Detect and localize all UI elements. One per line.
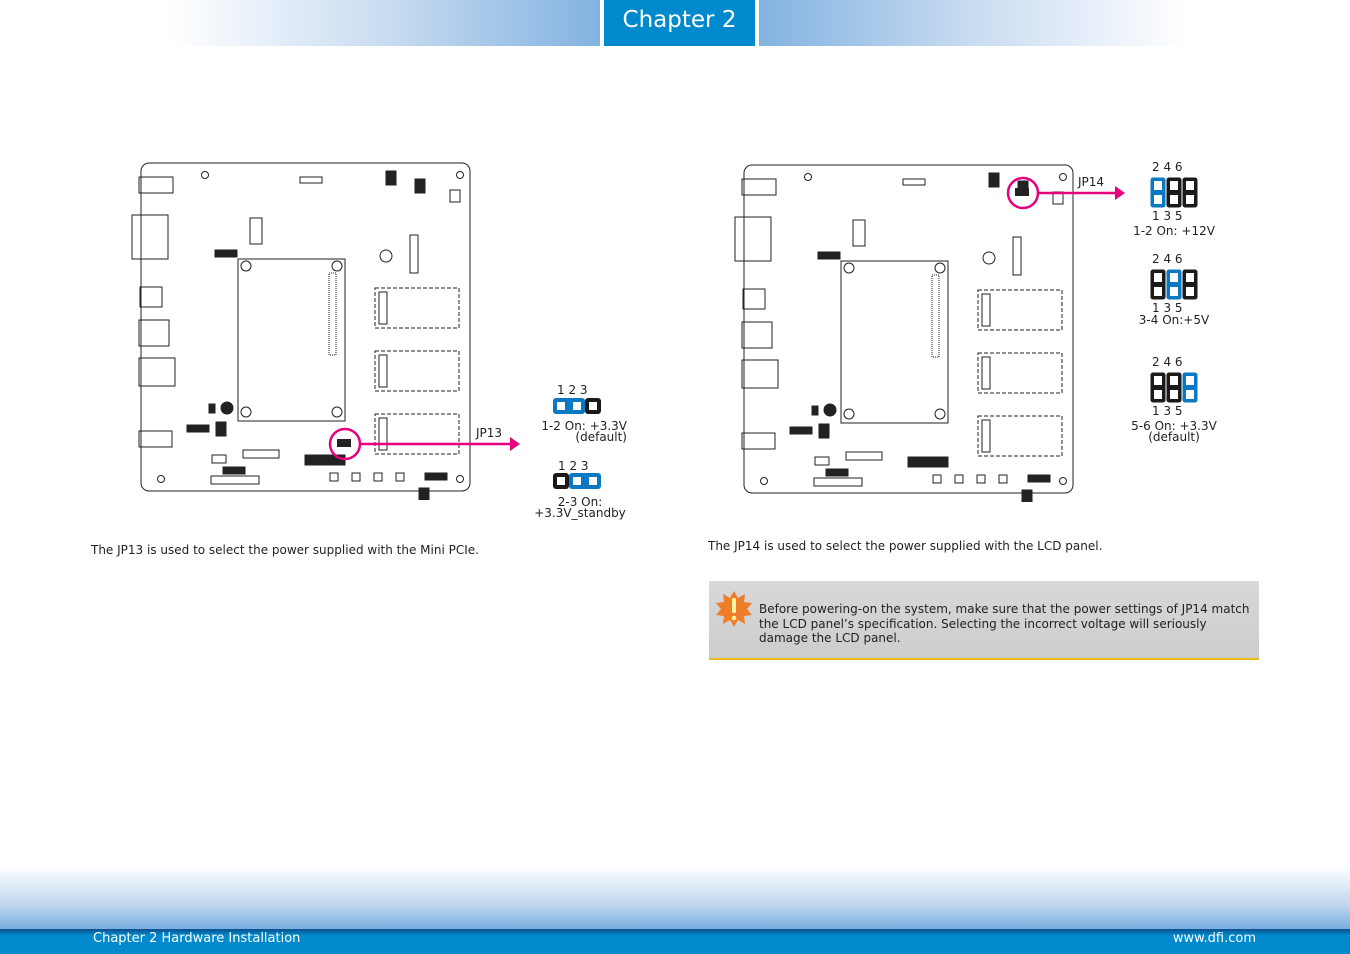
jp14-label: JP14	[1078, 175, 1105, 189]
jumper-pin	[573, 477, 581, 485]
header	[186, 424, 210, 433]
board-diagram-jp14	[734, 164, 1125, 502]
header	[385, 170, 397, 186]
jp13-label: JP13	[476, 426, 503, 440]
header-gradient-right	[759, 0, 1189, 46]
jumper-6pin-icon	[1150, 269, 1198, 300]
header	[1027, 474, 1051, 483]
jumper-6pin-icon	[1150, 177, 1198, 208]
jumper-pin	[1170, 195, 1178, 204]
jumper-pin	[1186, 376, 1194, 385]
jumper-location	[337, 439, 351, 447]
header	[414, 178, 426, 194]
header	[1021, 489, 1033, 502]
pin-numbers-top: 2 4 6	[1152, 160, 1183, 174]
pin-numbers-bottom: 1 3 5	[1152, 209, 1183, 223]
component	[208, 403, 216, 414]
board-diagram-jp13	[131, 162, 520, 500]
warning-text: Before powering-on the system, make sure…	[759, 602, 1250, 645]
connector	[907, 456, 949, 468]
component	[811, 405, 819, 416]
header	[214, 249, 238, 258]
jumper-pin	[589, 402, 597, 410]
jumper-pin	[1170, 390, 1178, 399]
jumper-pin	[1186, 287, 1194, 296]
jumper-pin	[573, 402, 581, 410]
setting-text: 3-4 On:+5V	[1138, 313, 1210, 327]
warning-note: Before powering-on the system, make sure…	[709, 581, 1259, 660]
jumper-pin	[1186, 181, 1194, 190]
pin-numbers-top: 2 4 6	[1152, 252, 1183, 266]
setting-text: 1-2 On: +12V	[1133, 224, 1215, 238]
header	[825, 468, 849, 477]
header	[818, 423, 830, 439]
footer-website[interactable]: www.dfi.com	[1173, 931, 1256, 946]
header	[222, 466, 246, 475]
jumper-pin	[1170, 273, 1178, 282]
pointer-arrow-head	[1115, 186, 1125, 200]
warning-icon	[716, 591, 752, 627]
jumper-6pin-icon	[1150, 372, 1198, 403]
jumper-pin	[1154, 195, 1162, 204]
header	[418, 487, 430, 500]
header	[817, 251, 841, 260]
buzzer	[220, 401, 234, 415]
jumper-pin	[1170, 287, 1178, 296]
jumper-pin	[589, 477, 597, 485]
jumper-pin	[1186, 195, 1194, 204]
jumper-pin	[1186, 390, 1194, 399]
jumper-1-2-icon	[553, 398, 601, 414]
setting-default: (default)	[575, 430, 627, 444]
header	[215, 421, 227, 437]
pin-numbers-top: 2 4 6	[1152, 355, 1183, 369]
jp14-caption: The JP14 is used to select the power sup…	[708, 539, 1103, 553]
jumper-2-3-icon	[553, 473, 601, 489]
setting-voltage: +3.3V_standby	[534, 506, 626, 520]
jp13-caption: The JP13 is used to select the power sup…	[91, 543, 479, 557]
pin-numbers-bottom: 1 3 5	[1152, 404, 1183, 418]
chapter-title: Chapter 2	[604, 0, 755, 46]
jumper-pin	[1170, 376, 1178, 385]
jumper-location	[1015, 188, 1029, 196]
buzzer	[823, 403, 837, 417]
pointer-arrow-head	[510, 437, 520, 451]
jumper-pin	[1154, 287, 1162, 296]
header-gradient-left	[170, 0, 600, 46]
jumper-pin	[557, 402, 565, 410]
header	[988, 172, 1000, 188]
jumper-pin	[557, 477, 565, 485]
jumper-pin	[1170, 181, 1178, 190]
footer-chapter: Chapter 2 Hardware Installation	[93, 931, 301, 946]
footer-gradient	[0, 866, 1350, 929]
header	[424, 472, 448, 481]
jumper-pin	[1186, 273, 1194, 282]
jumper-pin	[1154, 376, 1162, 385]
pin-numbers: 1 2 3	[558, 459, 589, 473]
setting-default: (default)	[1148, 430, 1200, 444]
jumper-pin	[1154, 181, 1162, 190]
board-outline	[743, 164, 1074, 494]
header	[789, 426, 813, 435]
board-outline	[140, 162, 471, 492]
pin-numbers: 1 2 3	[557, 383, 588, 397]
jumper-pin	[1154, 273, 1162, 282]
jumper-pin	[1154, 390, 1162, 399]
footer: Chapter 2 Hardware Installation www.dfi.…	[0, 929, 1350, 954]
